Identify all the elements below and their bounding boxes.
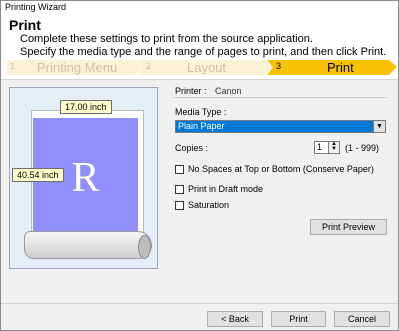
print-button[interactable]: Print	[271, 311, 326, 327]
roll-core-icon	[138, 235, 151, 259]
conserve-paper-label: No Spaces at Top or Bottom (Conserve Pap…	[188, 164, 374, 174]
height-dimension-label: 40.54 inch	[12, 168, 64, 182]
footer-divider	[1, 303, 398, 304]
copies-stepper[interactable]: ▲ ▼	[328, 141, 339, 153]
title-bar: Printing Wizard	[1, 1, 398, 14]
layout-preview: R 17.00 inch 40.54 inch	[9, 87, 158, 269]
chevron-down-icon[interactable]: ▼	[373, 121, 385, 132]
printing-wizard-window: Printing Wizard Print Complete these set…	[0, 0, 399, 331]
step-label: Print	[327, 60, 354, 75]
step-number: 2	[146, 61, 152, 71]
width-dimension-label: 17.00 inch	[60, 100, 112, 114]
page-title: Print	[9, 17, 41, 33]
step-number: 1	[10, 61, 16, 71]
instruction-line-2: Specify the media type and the range of …	[20, 46, 387, 58]
back-button[interactable]: < Back	[207, 311, 263, 327]
paper-roll-icon	[24, 231, 152, 259]
draft-mode-checkbox[interactable]	[175, 185, 184, 194]
print-preview-button[interactable]: Print Preview	[310, 219, 387, 235]
saturation-label: Saturation	[188, 200, 230, 210]
step-label: Layout	[187, 60, 227, 75]
conserve-paper-checkbox[interactable]	[175, 165, 184, 174]
step-indicator: 1 Printing Menu 2 Layout 3 Print	[7, 60, 397, 75]
media-type-value: Plain Paper	[178, 121, 225, 131]
media-type-label: Media Type :	[175, 107, 227, 117]
saturation-checkbox[interactable]	[175, 201, 184, 210]
instruction-line-1: Complete these settings to print from th…	[20, 33, 313, 45]
step-print: 3 Print	[267, 60, 397, 75]
media-type-select[interactable]: Plain Paper ▼	[175, 120, 386, 133]
divider	[173, 97, 387, 98]
copies-range: (1 - 999)	[345, 143, 380, 153]
printer-name: Canon	[215, 86, 242, 96]
window-title: Printing Wizard	[5, 2, 67, 12]
step-number: 3	[276, 61, 282, 71]
printer-label: Printer :	[175, 86, 207, 96]
step-printing-menu: 1 Printing Menu	[7, 60, 143, 75]
cancel-button[interactable]: Cancel	[334, 311, 390, 327]
step-layout: 2 Layout	[137, 60, 273, 75]
draft-mode-label: Print in Draft mode	[188, 184, 264, 194]
step-label: Printing Menu	[37, 60, 118, 75]
wizard-header: Print Complete these settings to print f…	[1, 14, 398, 80]
copies-label: Copies :	[175, 143, 209, 153]
